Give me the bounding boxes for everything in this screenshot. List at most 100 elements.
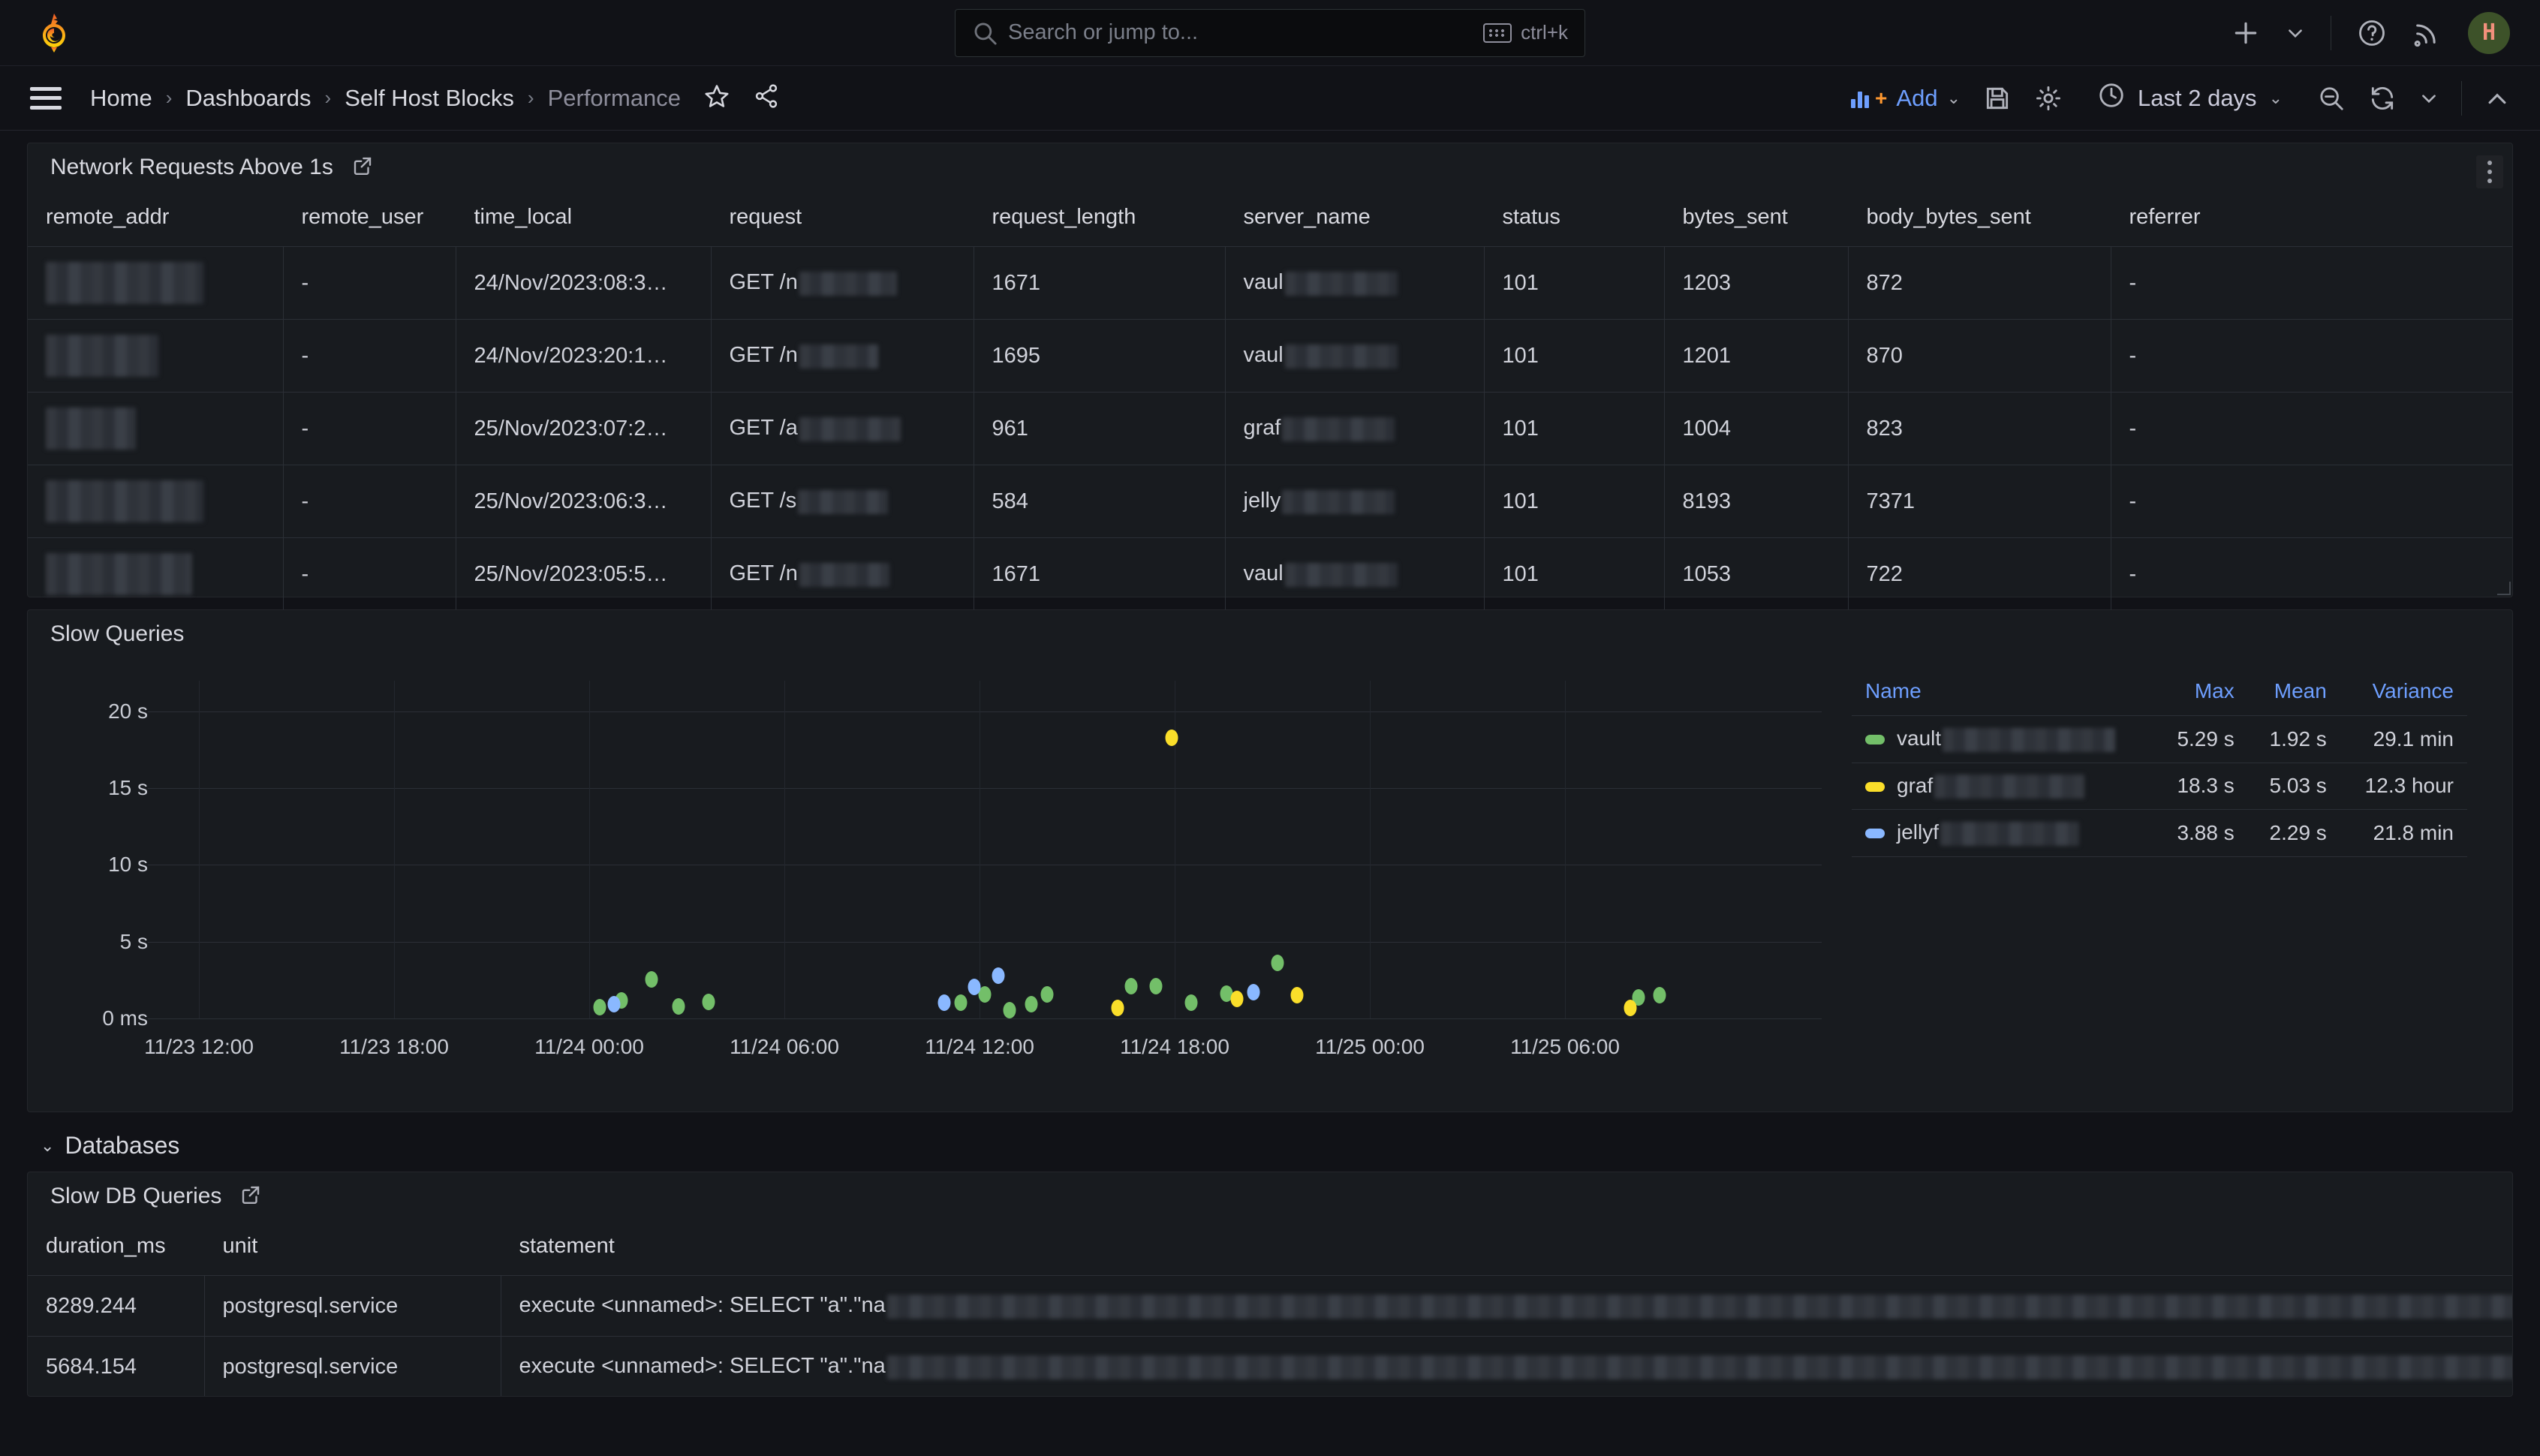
scatter-point[interactable] xyxy=(1184,994,1197,1011)
scatter-point[interactable] xyxy=(954,994,967,1011)
column-header-body_bytes_sent[interactable]: body_bytes_sent xyxy=(1848,191,2111,247)
legend-cell-mean: 2.29 s xyxy=(2248,810,2340,857)
breadcrumb-item-dashboards[interactable]: Dashboards xyxy=(185,85,311,112)
scatter-point[interactable] xyxy=(968,979,980,995)
new-chevron-down-icon[interactable] xyxy=(2286,23,2305,43)
hamburger-menu-icon[interactable] xyxy=(30,87,62,110)
table-row[interactable]: 8289.244postgresql.serviceexecute <unnam… xyxy=(28,1276,2512,1337)
grid-line-horizontal xyxy=(148,788,1822,789)
scatter-point[interactable] xyxy=(1166,730,1178,746)
column-header-remote_user[interactable]: remote_user xyxy=(283,191,456,247)
legend-row[interactable]: jellyf3.88 s2.29 s21.8 min xyxy=(1852,810,2467,857)
column-header-unit[interactable]: unit xyxy=(204,1220,501,1276)
column-header-time_local[interactable]: time_local xyxy=(456,191,711,247)
scatter-point[interactable] xyxy=(1247,984,1259,1000)
table-row[interactable]: -24/Nov/2023:20:1…GET /n1695vaul10112018… xyxy=(28,320,2512,393)
cell-referrer: - xyxy=(2111,320,2512,393)
star-icon[interactable] xyxy=(703,83,730,113)
scatter-point[interactable] xyxy=(1003,1002,1016,1018)
scatter-point[interactable] xyxy=(1290,987,1303,1003)
search-input[interactable]: Search or jump to... ctrl+k xyxy=(955,9,1585,57)
table-row[interactable]: 5684.154postgresql.serviceexecute <unnam… xyxy=(28,1337,2512,1397)
table-row[interactable]: -25/Nov/2023:05:5…GET /n1671vaul10110537… xyxy=(28,538,2512,611)
breadcrumb-item-home[interactable]: Home xyxy=(90,85,152,112)
time-range-picker[interactable]: Last 2 days ⌄ xyxy=(2085,74,2295,123)
y-axis-tick-label: 5 s xyxy=(120,930,148,954)
column-header-request_length[interactable]: request_length xyxy=(974,191,1225,247)
breadcrumb-item-performance[interactable]: Performance xyxy=(548,85,681,112)
scatter-point[interactable] xyxy=(673,998,685,1015)
help-circle-icon[interactable] xyxy=(2357,18,2387,48)
scatter-point[interactable] xyxy=(607,996,620,1012)
chevron-down-icon: ⌄ xyxy=(1947,89,1961,108)
grafana-logo[interactable] xyxy=(33,12,75,54)
table-row[interactable]: -25/Nov/2023:07:2…GET /a961graf101100482… xyxy=(28,393,2512,465)
column-header-remote_addr[interactable]: remote_addr xyxy=(28,191,283,247)
column-header-referrer[interactable]: referrer xyxy=(2111,191,2512,247)
new-button[interactable] xyxy=(2232,19,2260,47)
panel-menu-icon[interactable] xyxy=(2476,155,2503,188)
scatter-point[interactable] xyxy=(1149,978,1162,994)
legend-series-name[interactable]: jellyf xyxy=(1852,810,2156,857)
legend-column-variance[interactable]: Variance xyxy=(2340,679,2467,716)
column-header-request[interactable]: request xyxy=(711,191,974,247)
share-icon[interactable] xyxy=(753,83,780,113)
add-panel-button[interactable]: + Add ⌄ xyxy=(1851,85,1961,112)
legend-series-name[interactable]: vault xyxy=(1852,716,2156,763)
cell-request: GET /n xyxy=(711,320,974,393)
panel-resize-handle[interactable] xyxy=(2497,582,2511,595)
legend-series-name[interactable]: graf xyxy=(1852,763,2156,810)
legend-row[interactable]: graf18.3 s5.03 s12.3 hour xyxy=(1852,763,2467,810)
scatter-point[interactable] xyxy=(1041,986,1054,1003)
chart-legend: Name Max Mean Variance vault5.29 s1.92 s… xyxy=(1822,658,2512,1109)
scatter-point[interactable] xyxy=(702,994,715,1010)
scatter-point[interactable] xyxy=(1112,1000,1124,1016)
scatter-point[interactable] xyxy=(1624,1000,1636,1016)
legend-column-max[interactable]: Max xyxy=(2156,679,2248,716)
table-row[interactable]: -25/Nov/2023:06:3…GET /s584jelly10181937… xyxy=(28,465,2512,538)
external-link-icon[interactable] xyxy=(351,155,374,181)
scatter-point[interactable] xyxy=(1654,987,1666,1003)
scatter-point[interactable] xyxy=(938,994,951,1011)
breadcrumb-item-self-host-blocks[interactable]: Self Host Blocks xyxy=(345,85,514,112)
redacted-value xyxy=(46,553,192,595)
grid-line-vertical xyxy=(199,681,200,1018)
panel-header: Network Requests Above 1s xyxy=(28,143,2512,191)
column-header-server_name[interactable]: server_name xyxy=(1225,191,1484,247)
refresh-interval-chevron-icon[interactable] xyxy=(2419,89,2439,108)
x-axis-tick-label: 11/24 06:00 xyxy=(730,1035,839,1059)
scatter-point[interactable] xyxy=(1025,996,1037,1012)
dashboard-toolbar: Home › Dashboards › Self Host Blocks › P… xyxy=(0,66,2540,131)
redacted-value xyxy=(799,417,901,441)
column-header-duration_ms[interactable]: duration_ms xyxy=(28,1220,204,1276)
scatter-plot[interactable]: 0 ms5 s10 s15 s20 s11/23 12:0011/23 18:0… xyxy=(28,658,1822,1078)
scatter-point[interactable] xyxy=(1272,955,1284,971)
external-link-icon[interactable] xyxy=(239,1184,262,1210)
save-dashboard-button[interactable] xyxy=(1983,84,2012,113)
scatter-point[interactable] xyxy=(594,999,606,1015)
column-header-status[interactable]: status xyxy=(1484,191,1664,247)
breadcrumb-separator: › xyxy=(325,86,332,110)
dashboard-settings-button[interactable] xyxy=(2034,84,2063,113)
scatter-point[interactable] xyxy=(1125,978,1138,994)
rss-news-icon[interactable] xyxy=(2412,18,2442,48)
table-row[interactable]: -24/Nov/2023:08:3…GET /n1671vaul10112038… xyxy=(28,247,2512,320)
scatter-point[interactable] xyxy=(646,971,658,988)
legend-column-mean[interactable]: Mean xyxy=(2248,679,2340,716)
scatter-point[interactable] xyxy=(992,967,1005,984)
cell-duration_ms: 8289.244 xyxy=(28,1276,204,1337)
zoom-out-time-range-button[interactable] xyxy=(2317,84,2346,113)
cell-status: 101 xyxy=(1484,247,1664,320)
column-header-bytes_sent[interactable]: bytes_sent xyxy=(1664,191,1848,247)
avatar[interactable]: H xyxy=(2468,12,2510,54)
collapse-toolbar-button[interactable] xyxy=(2484,86,2510,111)
search-shortcut-label: ctrl+k xyxy=(1521,21,1568,44)
redacted-value xyxy=(799,344,878,369)
column-header-statement[interactable]: statement xyxy=(501,1220,2512,1276)
legend-row[interactable]: vault5.29 s1.92 s29.1 min xyxy=(1852,716,2467,763)
scatter-point[interactable] xyxy=(1231,991,1244,1007)
refresh-dashboard-button[interactable] xyxy=(2368,84,2397,113)
scatter-point[interactable] xyxy=(979,986,992,1003)
row-header-databases[interactable]: ⌄ Databases xyxy=(0,1112,2540,1167)
legend-column-name[interactable]: Name xyxy=(1852,679,2156,716)
